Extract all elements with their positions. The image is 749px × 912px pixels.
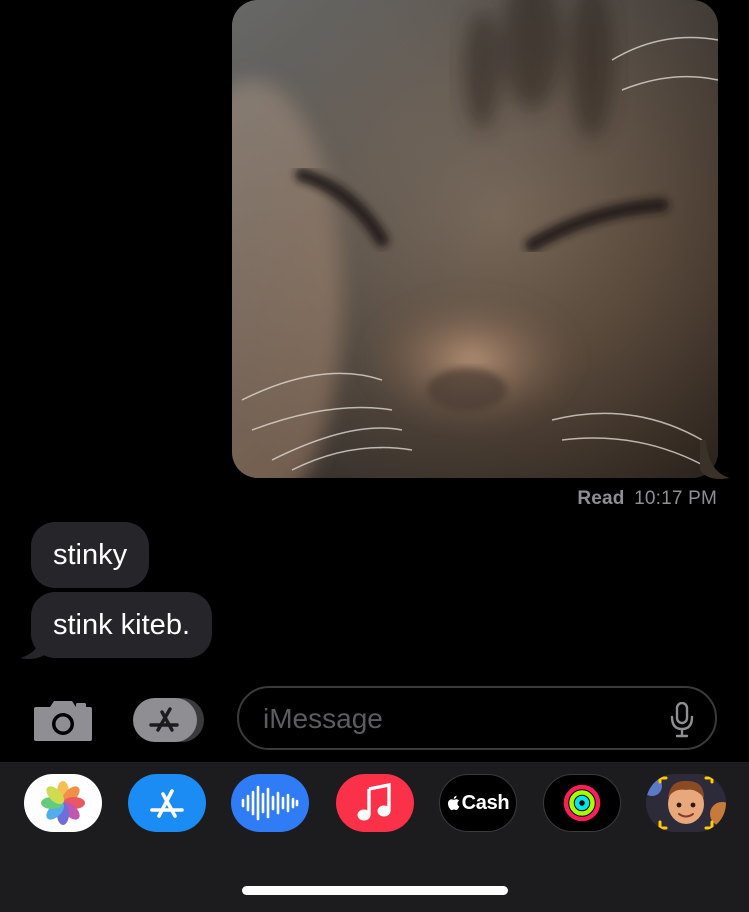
- activity-app-button[interactable]: [543, 774, 621, 832]
- messages-screen: Read 10:17 PM stinky stink kiteb. iMessa…: [0, 0, 749, 912]
- read-receipt: Read 10:17 PM: [577, 488, 717, 510]
- home-indicator[interactable]: [242, 886, 508, 895]
- activity-rings-icon: [563, 784, 601, 822]
- app-store-icon: [150, 789, 184, 818]
- message-text: stinky: [53, 539, 128, 571]
- app-store-icon[interactable]: [132, 697, 206, 743]
- apple-cash-icon: [447, 795, 459, 811]
- memoji-app-button[interactable]: [646, 774, 726, 832]
- apple-cash-app-button[interactable]: Cash: [439, 774, 517, 832]
- photos-app-button[interactable]: [24, 774, 102, 832]
- read-time: 10:17 PM: [634, 488, 717, 509]
- received-message[interactable]: stink kiteb.: [31, 592, 212, 658]
- received-bubble-tail: [20, 628, 52, 659]
- sent-photo-attachment[interactable]: [232, 0, 718, 478]
- received-message[interactable]: stinky: [31, 522, 150, 588]
- app-drawer: Cash: [0, 762, 749, 912]
- message-text: stink kiteb.: [53, 609, 190, 641]
- music-app-button[interactable]: [336, 774, 414, 832]
- camera-icon[interactable]: [32, 697, 94, 743]
- app-store-app-button[interactable]: [128, 774, 206, 832]
- memoji-icon: [646, 774, 726, 832]
- read-label: Read: [577, 488, 631, 509]
- input-placeholder: iMessage: [263, 703, 383, 734]
- music-note-icon: [357, 783, 391, 821]
- audio-message-app-button[interactable]: [231, 774, 309, 832]
- apple-cash-label: Cash: [461, 791, 510, 814]
- imessage-input[interactable]: iMessage: [237, 686, 717, 750]
- audio-waveform-icon: [241, 785, 299, 821]
- photos-icon: [41, 781, 85, 825]
- photo-bubble-tail: [700, 440, 730, 479]
- cat-photo-image: [232, 0, 718, 478]
- microphone-icon[interactable]: [669, 702, 695, 738]
